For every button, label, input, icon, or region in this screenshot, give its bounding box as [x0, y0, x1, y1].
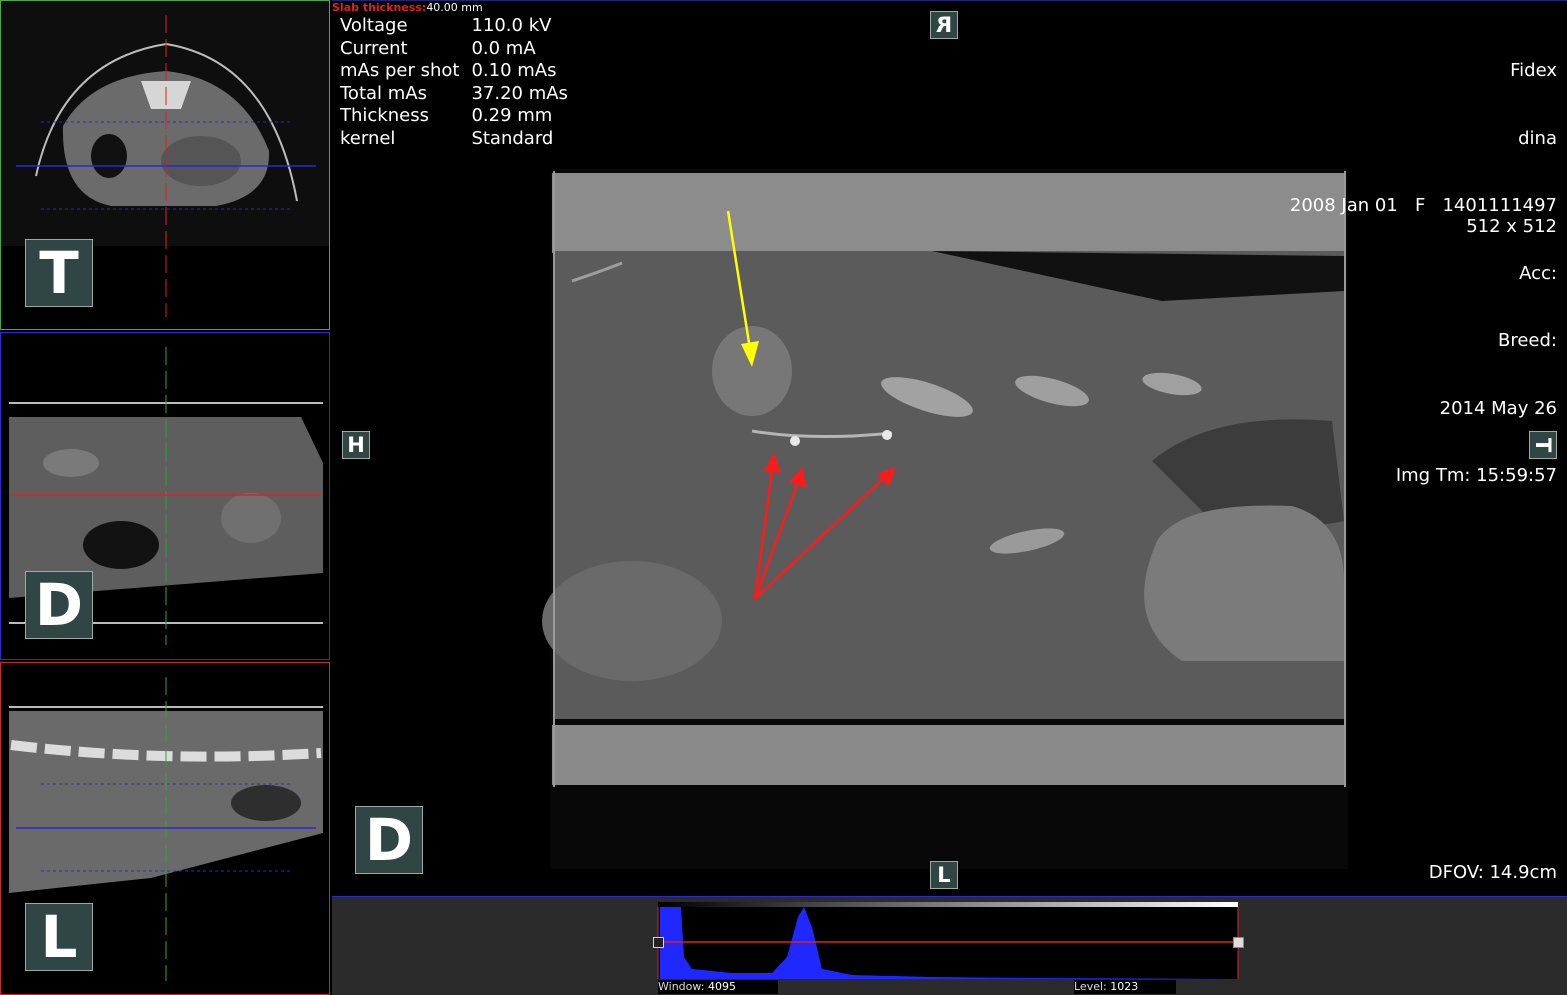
window-label: Window:	[658, 980, 705, 993]
orientation-marker-left: H	[342, 431, 370, 459]
lateral-thumbnail-viewport[interactable]: L	[0, 662, 330, 995]
orientation-marker-bottom: L	[930, 861, 958, 889]
acq-row: Thickness 0.29 mm	[340, 105, 580, 128]
acquisition-parameters: Voltage 110.0 kV Current 0.0 mA mAs per sh…	[340, 15, 580, 150]
image-time: Img Tm: 15:59:57	[1395, 465, 1557, 486]
axial-orientation-marker: T	[25, 239, 93, 307]
display-fov: DFOV: 14.9cm	[1428, 862, 1557, 883]
intensity-histogram	[657, 902, 1239, 979]
acq-param-value: Standard	[471, 127, 554, 149]
acq-param-name: Thickness	[340, 105, 429, 126]
level-value: 1023	[1110, 980, 1139, 993]
acq-param-name: kernel	[340, 127, 396, 149]
slab-thickness-label: Slab thickness:	[332, 1, 427, 14]
histogram-plot-area	[658, 907, 1238, 979]
accession: Acc:	[1519, 262, 1557, 284]
study-date: 2014 May 26	[1439, 397, 1557, 419]
matrix-size: 512 x 512	[1466, 216, 1557, 237]
main-ct-viewport[interactable]: Slab thickness:40.00 mm Voltage 110.0 kV …	[332, 0, 1567, 897]
acq-row: Current 0.0 mA	[340, 38, 580, 61]
acq-param-value: 0.10 mAs	[471, 60, 557, 81]
grayscale-ramp	[658, 902, 1238, 907]
lateral-orientation-marker: L	[25, 903, 93, 971]
acq-row: Total mAs 37.20 mAs	[340, 83, 580, 106]
axial-thumbnail-viewport[interactable]: T	[0, 0, 330, 330]
dorsal-orientation-marker: D	[25, 571, 93, 639]
patient-name: Fidex	[1510, 60, 1557, 81]
level-label: Level:	[1074, 980, 1107, 993]
acq-param-value: 0.0 mA	[471, 37, 536, 59]
acq-param-value: 0.29 mm	[471, 105, 553, 126]
acq-row: kernel Standard	[340, 128, 580, 151]
owner-name: dina	[1518, 127, 1557, 149]
dorsal-thumbnail-viewport[interactable]: D	[0, 332, 330, 660]
acq-param-name: Total mAs	[340, 82, 427, 104]
patient-info: Fidex dina 2008 Jan 01 F 1401111497 Acc:…	[1290, 15, 1557, 533]
window-value: 4095	[707, 980, 736, 993]
patient-dob-id: 2008 Jan 01 F 1401111497	[1289, 195, 1557, 216]
acq-param-value: 37.20 mAs	[471, 82, 568, 104]
orientation-marker-right: T	[1529, 431, 1557, 459]
breed: Breed:	[1498, 330, 1557, 351]
acq-param-name: Voltage	[340, 15, 408, 36]
orientation-marker-top: R	[930, 11, 958, 39]
acq-param-value: 110.0 kV	[471, 15, 552, 36]
acq-row: Voltage 110.0 kV	[340, 15, 580, 38]
window-min-handle[interactable]	[653, 937, 664, 948]
level-readout: Level: 1023	[1074, 980, 1176, 994]
slab-thickness-value: 40.00 mm	[426, 1, 483, 14]
slab-thickness: Slab thickness:40.00 mm	[332, 1, 483, 15]
main-plane-marker: D	[355, 806, 423, 874]
window-level-panel[interactable]: Window: 4095 Level: 1023	[332, 897, 1567, 995]
window-readout: Window: 4095	[658, 980, 778, 994]
window-max-handle[interactable]	[1233, 937, 1244, 948]
acq-param-name: Current	[340, 37, 408, 59]
acq-row: mAs per shot 0.10 mAs	[340, 60, 580, 83]
acq-param-name: mAs per shot	[340, 60, 460, 81]
